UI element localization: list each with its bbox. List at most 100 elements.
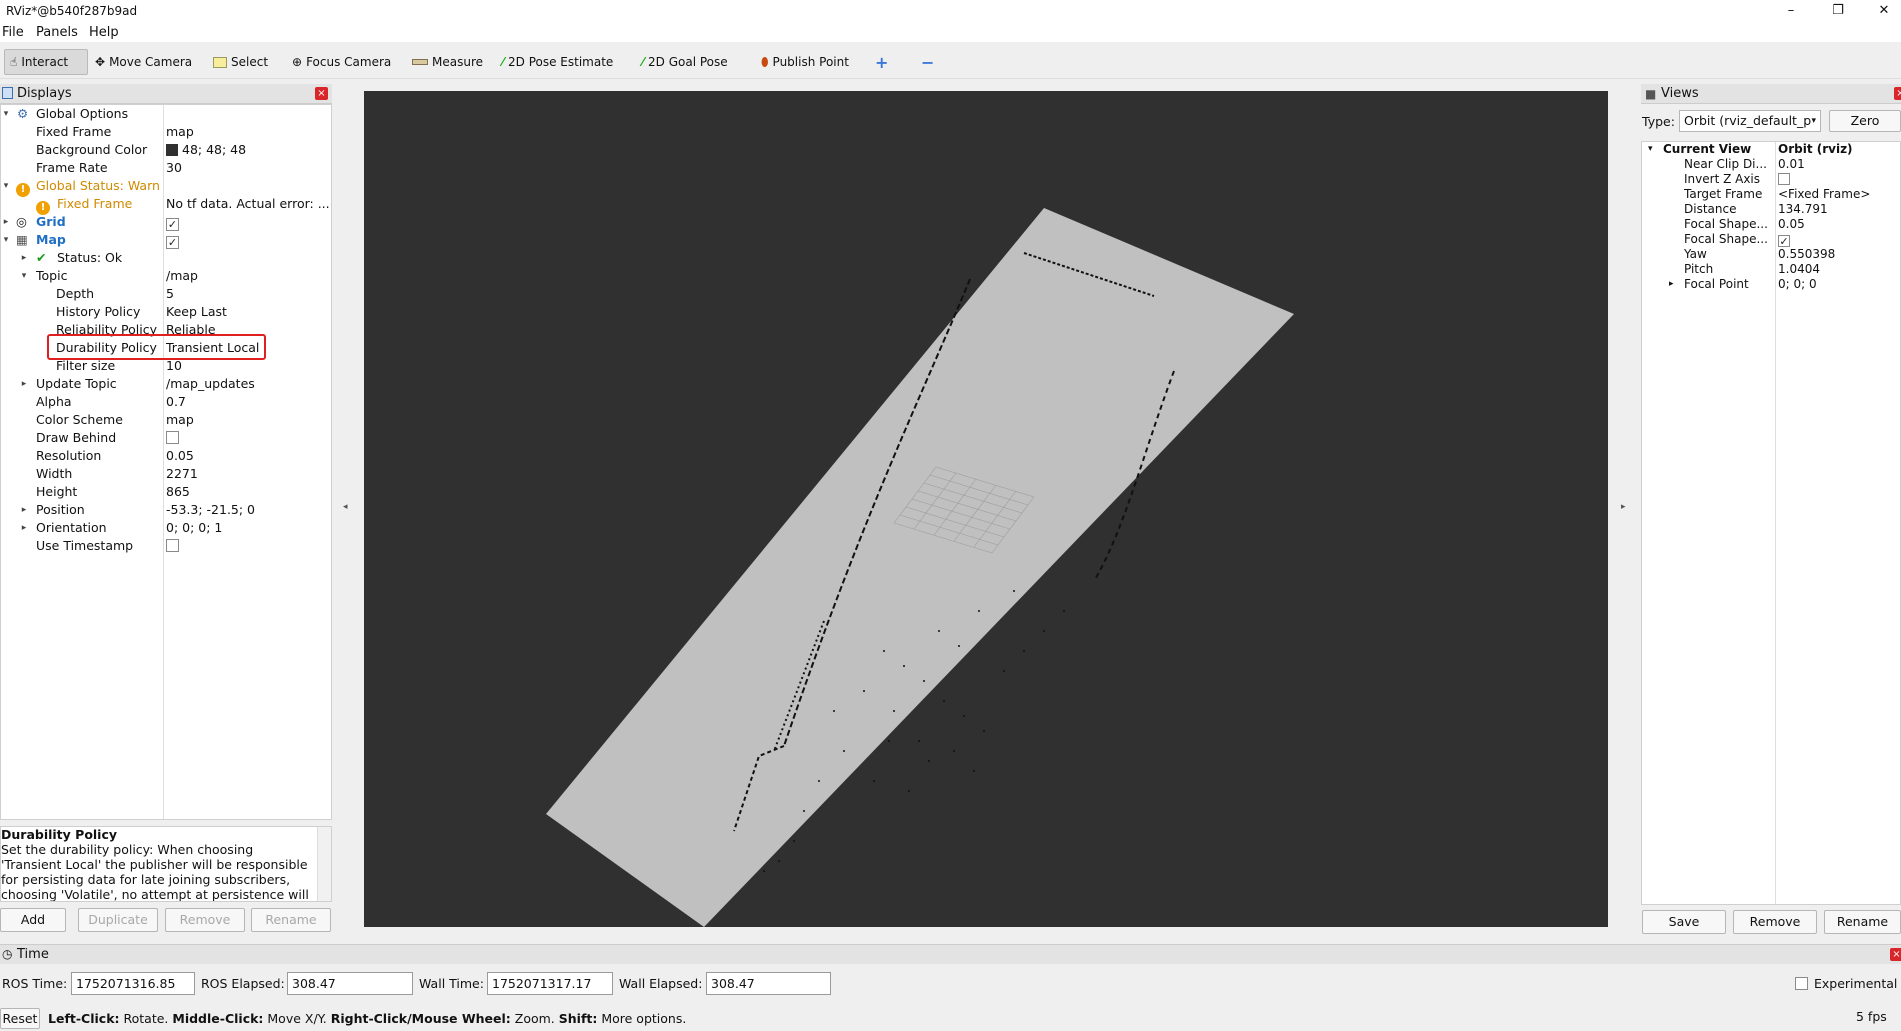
row-value[interactable]: /map [166, 267, 331, 285]
tree-row-global-options[interactable]: ▾ ⚙ Global Options [1, 105, 331, 123]
tree-row[interactable]: Invert Z Axis [1642, 172, 1900, 187]
tree-row[interactable]: History Policy Keep Last [1, 303, 331, 321]
remove-tool-button[interactable]: − [916, 49, 939, 75]
tree-row[interactable]: ▸ Update Topic /map_updates [1, 375, 331, 393]
expand-arrow-icon[interactable]: ▸ [1669, 277, 1674, 292]
close-icon[interactable]: ✕ [1871, 2, 1897, 20]
tree-row[interactable]: Height 865 [1, 483, 331, 501]
expand-arrow-icon[interactable]: ▸ [1, 213, 11, 231]
row-value[interactable]: 2271 [166, 465, 331, 483]
menu-panels[interactable]: Panels [36, 25, 78, 40]
tree-row[interactable]: Color Scheme map [1, 411, 331, 429]
expand-arrow-icon[interactable]: ▾ [1648, 142, 1653, 157]
tree-row[interactable]: Focal Shape... ✓ [1642, 232, 1900, 247]
expand-arrow-icon[interactable]: ▾ [1, 177, 11, 195]
tree-row-global-status[interactable]: ▾ ! Global Status: Warn [1, 177, 331, 197]
interact-tool-button[interactable]: ☝ Interact [4, 49, 88, 75]
expand-arrow-icon[interactable]: ▾ [1, 105, 11, 123]
rename-display-button[interactable]: Rename [251, 908, 331, 932]
row-value[interactable]: 1.0404 [1778, 262, 1820, 277]
row-value[interactable]: 0.05 [166, 447, 331, 465]
row-value[interactable]: 0.05 [1778, 217, 1805, 232]
rename-view-button[interactable]: Rename [1824, 910, 1901, 934]
pose-estimate-tool-button[interactable]: ⁄ 2D Pose Estimate [497, 49, 618, 75]
tree-row[interactable]: Distance 134.791 [1642, 202, 1900, 217]
expand-arrow-icon[interactable]: ▾ [19, 267, 29, 285]
tree-row[interactable]: Pitch 1.0404 [1642, 262, 1900, 277]
expand-arrow-icon[interactable]: ▸ [19, 249, 29, 267]
tree-row-current-view[interactable]: ▾ Current View Orbit (rviz) [1642, 142, 1900, 157]
tree-row[interactable]: ▸ Position -53.3; -21.5; 0 [1, 501, 331, 519]
tree-row[interactable]: Resolution 0.05 [1, 447, 331, 465]
tree-row[interactable]: Background Color 48; 48; 48 [1, 141, 331, 159]
row-value[interactable]: 5 [166, 285, 331, 303]
tree-row[interactable]: Draw Behind [1, 429, 331, 447]
row-value[interactable]: map [166, 123, 331, 141]
menu-file[interactable]: File [2, 25, 24, 40]
description-scrollbar[interactable] [317, 827, 331, 901]
tree-row[interactable]: ▾ Topic /map [1, 267, 331, 285]
row-value[interactable]: 865 [166, 483, 331, 501]
row-value[interactable]: 0.01 [1778, 157, 1805, 172]
tree-row[interactable]: Focal Shape... 0.05 [1642, 217, 1900, 232]
row-value[interactable]: <Fixed Frame> [1778, 187, 1870, 202]
expand-arrow-icon[interactable]: ▾ [1, 231, 11, 249]
wall-time-field[interactable]: 1752071317.17 [487, 972, 613, 995]
menu-help[interactable]: Help [89, 25, 119, 40]
tree-row[interactable]: Width 2271 [1, 465, 331, 483]
collapse-right-icon[interactable]: ▸ [1621, 502, 1626, 512]
remove-display-button[interactable]: Remove [165, 908, 245, 932]
tree-row-grid[interactable]: ▸ ◎ Grid ✓ [1, 213, 331, 231]
expand-arrow-icon[interactable]: ▸ [19, 375, 29, 393]
zero-view-button[interactable]: Zero [1829, 110, 1901, 132]
minimize-icon[interactable]: – [1778, 2, 1804, 20]
maximize-icon[interactable]: ❐ [1825, 2, 1851, 20]
remove-view-button[interactable]: Remove [1733, 910, 1817, 934]
tree-row[interactable]: Target Frame <Fixed Frame> [1642, 187, 1900, 202]
reset-button[interactable]: Reset [0, 1008, 40, 1029]
close-panel-icon[interactable]: × [1890, 948, 1901, 961]
view-type-select[interactable]: Orbit (rviz_default_p ▾ [1679, 110, 1821, 132]
row-value[interactable]: 0; 0; 0; 1 [166, 519, 331, 537]
tree-row[interactable]: Use Timestamp [1, 537, 331, 555]
grid-enabled-checkbox[interactable]: ✓ [166, 213, 331, 231]
save-view-button[interactable]: Save [1642, 910, 1726, 934]
add-display-button[interactable]: Add [0, 908, 66, 932]
tree-row-map[interactable]: ▾ ▦ Map ✓ [1, 231, 331, 249]
ros-elapsed-field[interactable]: 308.47 [287, 972, 413, 995]
move-camera-tool-button[interactable]: ✥ Move Camera [90, 49, 197, 75]
tree-row[interactable]: ▸ Orientation 0; 0; 0; 1 [1, 519, 331, 537]
tree-row[interactable]: Fixed Frame map [1, 123, 331, 141]
publish-point-tool-button[interactable]: ⬮ Publish Point [756, 49, 854, 75]
row-value[interactable]: 30 [166, 159, 331, 177]
tree-row[interactable]: Yaw 0.550398 [1642, 247, 1900, 262]
ros-time-field[interactable]: 1752071316.85 [71, 972, 195, 995]
row-value[interactable]: 0; 0; 0 [1778, 277, 1817, 292]
expand-arrow-icon[interactable]: ▸ [19, 519, 29, 537]
tree-row[interactable]: ! Fixed Frame No tf data. Actual error: … [1, 195, 331, 215]
add-tool-button[interactable]: + [870, 49, 893, 75]
close-panel-icon[interactable]: × [1894, 87, 1901, 100]
tree-row[interactable]: Depth 5 [1, 285, 331, 303]
experimental-checkbox[interactable] [1795, 977, 1808, 991]
map-enabled-checkbox[interactable]: ✓ [166, 231, 331, 249]
select-tool-button[interactable]: Select [208, 49, 273, 75]
goal-pose-tool-button[interactable]: ⁄ 2D Goal Pose [637, 49, 733, 75]
row-value[interactable]: 0.550398 [1778, 247, 1835, 262]
row-value[interactable]: /map_updates [166, 375, 331, 393]
use-timestamp-checkbox[interactable] [166, 537, 331, 555]
render-viewport[interactable] [364, 91, 1608, 927]
focal-shape-checkbox[interactable]: ✓ [1778, 232, 1790, 247]
invert-z-checkbox[interactable] [1778, 172, 1790, 187]
duplicate-display-button[interactable]: Duplicate [78, 908, 158, 932]
tree-row[interactable]: ▸ ✔ Status: Ok [1, 249, 331, 267]
tree-row[interactable]: Alpha 0.7 [1, 393, 331, 411]
collapse-left-icon[interactable]: ◂ [343, 502, 348, 512]
row-value[interactable]: 0.7 [166, 393, 331, 411]
tree-row[interactable]: Frame Rate 30 [1, 159, 331, 177]
row-value[interactable]: 48; 48; 48 [166, 141, 331, 159]
measure-tool-button[interactable]: Measure [407, 49, 488, 75]
row-value[interactable]: Keep Last [166, 303, 331, 321]
focus-camera-tool-button[interactable]: ⊕ Focus Camera [287, 49, 396, 75]
close-panel-icon[interactable]: × [315, 87, 328, 100]
